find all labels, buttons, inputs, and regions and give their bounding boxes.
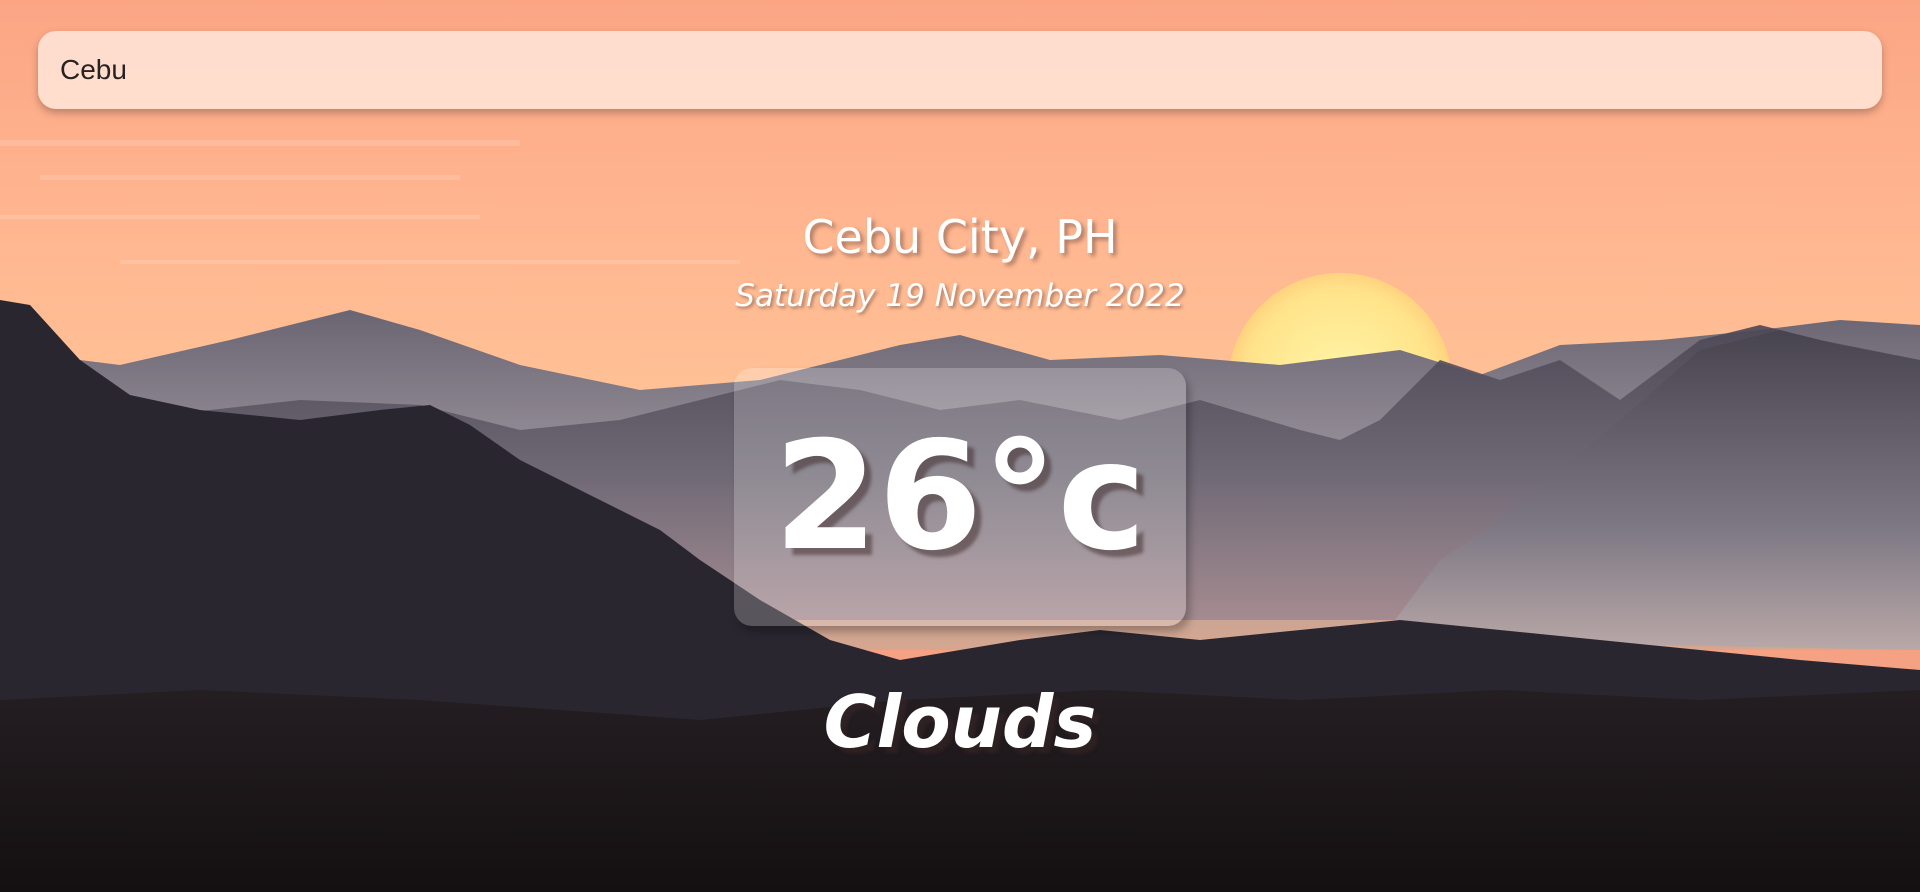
temperature-value: 26°c	[773, 410, 1147, 584]
search-bar[interactable]	[38, 31, 1882, 109]
weather-condition: Clouds	[823, 680, 1097, 764]
location-name: Cebu City, PH	[802, 210, 1118, 264]
date-label: Saturday 19 November 2022	[735, 278, 1185, 314]
temperature-card: 26°c	[734, 368, 1186, 626]
search-input[interactable]	[38, 31, 1882, 109]
